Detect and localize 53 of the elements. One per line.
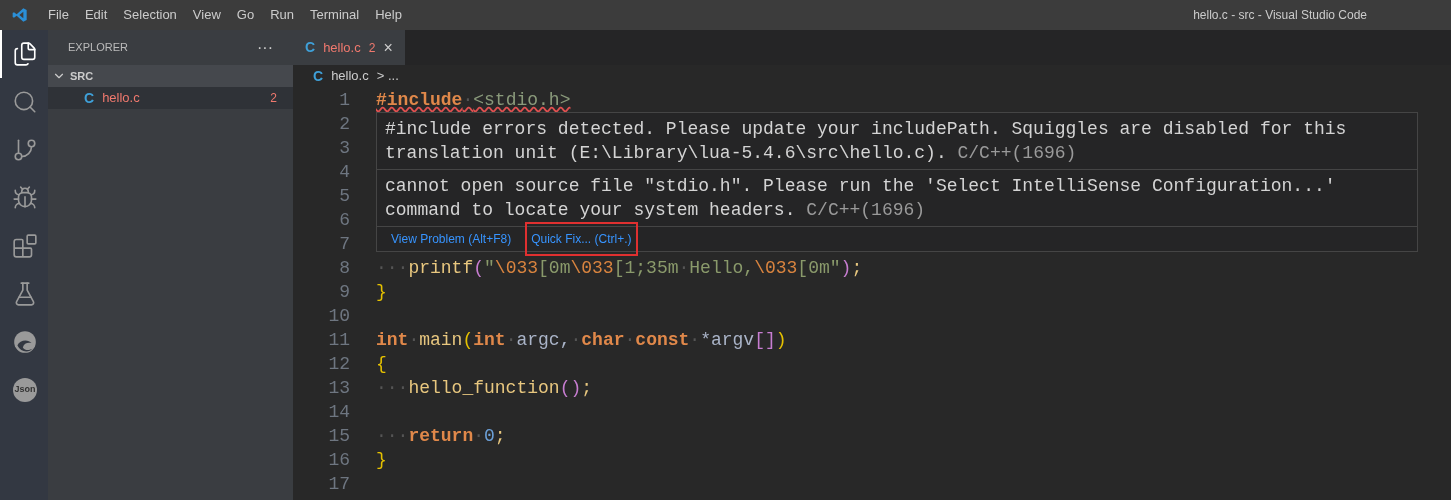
c-file-icon: C <box>84 87 95 109</box>
menu-item[interactable]: Edit <box>76 5 116 25</box>
line-number: 10 <box>327 305 350 328</box>
menu-item[interactable]: Terminal <box>302 5 368 25</box>
menu-item[interactable]: Go <box>228 5 263 25</box>
logo-icon <box>12 7 28 23</box>
problem-count: 2 <box>270 90 277 107</box>
line-number: 14 <box>327 401 350 424</box>
code-line: ···return·0; <box>376 425 506 448</box>
c-file-icon: C <box>313 65 324 87</box>
menu-item[interactable]: View <box>184 5 229 25</box>
editor-tab[interactable]: C hello.c 2 × <box>293 30 405 65</box>
code-line: } <box>376 449 387 472</box>
line-number: 15 <box>327 425 350 448</box>
code-line: #include·<stdio.h> <box>376 89 571 112</box>
line-number: 5 <box>338 185 350 208</box>
problem-count: 2 <box>368 39 376 57</box>
line-number: 2 <box>338 113 350 136</box>
line-number: 7 <box>338 233 350 256</box>
menu-item[interactable]: Selection <box>115 5 185 25</box>
problem-message: cannot open source file "stdio.h". Please run the 'Select IntelliSense Configuration...' command to locate your system headers. C/C++(1696) <box>377 169 1417 226</box>
code-line: ···hello_function(); <box>376 377 593 400</box>
breadcrumb-file[interactable]: hello.c <box>331 66 369 86</box>
action-link[interactable]: Quick Fix... (Ctrl+.) <box>525 222 638 256</box>
line-number: 16 <box>327 449 350 472</box>
problem-message: #include errors detected. Please update your includePath. Squiggles are disabled for this translation unit (E:\Library\lua-5.4.6\src\hello.c). C/C++(1696) <box>384 118 1348 165</box>
breadcrumb-trail[interactable]: > ... <box>376 66 399 86</box>
menu-item[interactable]: Help <box>367 5 410 25</box>
code-line: } <box>376 281 387 304</box>
c-file-icon: C <box>305 37 316 58</box>
line-number: 4 <box>338 161 350 184</box>
menu-item[interactable]: Run <box>262 5 302 25</box>
folder-header[interactable]: SRC <box>48 65 293 87</box>
line-number: 17 <box>327 473 350 496</box>
file-name: hello.c <box>102 89 140 108</box>
sidebar-title: EXPLORER <box>68 40 128 56</box>
code-line: ···printf("\033[0m\033[1;35m·Hello,\033[0m"); <box>376 257 863 280</box>
menu-item[interactable]: File <box>40 5 77 25</box>
line-number: 8 <box>338 257 350 280</box>
code-line: int·main(int·argc,·char·const·*argv[]) <box>376 329 787 352</box>
close-button[interactable]: × <box>383 35 393 60</box>
tree-row[interactable]: C hello.c 2 <box>48 87 293 109</box>
line-number: 3 <box>338 137 350 160</box>
line-number: 12 <box>327 353 350 376</box>
line-number: 1 <box>338 89 350 112</box>
window-title: hello.c - src - Visual Studio Code <box>1193 7 1367 24</box>
tab-label: hello.c <box>323 38 361 57</box>
code-line: { <box>376 353 387 376</box>
more-actions[interactable]: ··· <box>257 35 273 60</box>
line-number: 6 <box>338 209 350 232</box>
line-number: 13 <box>327 377 350 400</box>
line-number: 11 <box>327 329 350 352</box>
line-number: 9 <box>338 281 350 304</box>
